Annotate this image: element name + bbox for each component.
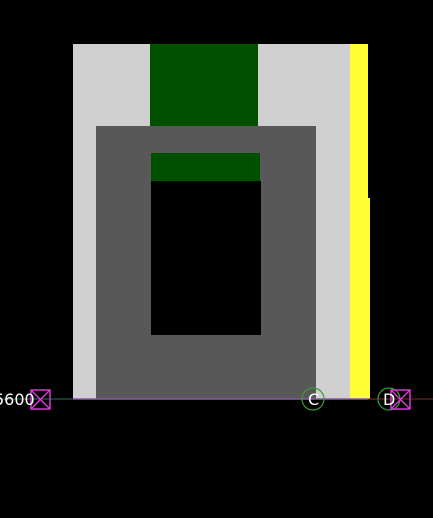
yellow-strip-edge bbox=[368, 198, 370, 399]
circle-c-label: C bbox=[308, 390, 320, 409]
inner-green-lintel bbox=[151, 153, 260, 181]
drawing-canvas bbox=[0, 44, 433, 411]
yellow-side-strip bbox=[350, 44, 368, 399]
top-green-block bbox=[150, 44, 258, 126]
circle-d-label: D bbox=[383, 390, 396, 409]
frame-opening bbox=[151, 181, 261, 335]
left-axis-value-label: 5600 bbox=[0, 390, 35, 409]
